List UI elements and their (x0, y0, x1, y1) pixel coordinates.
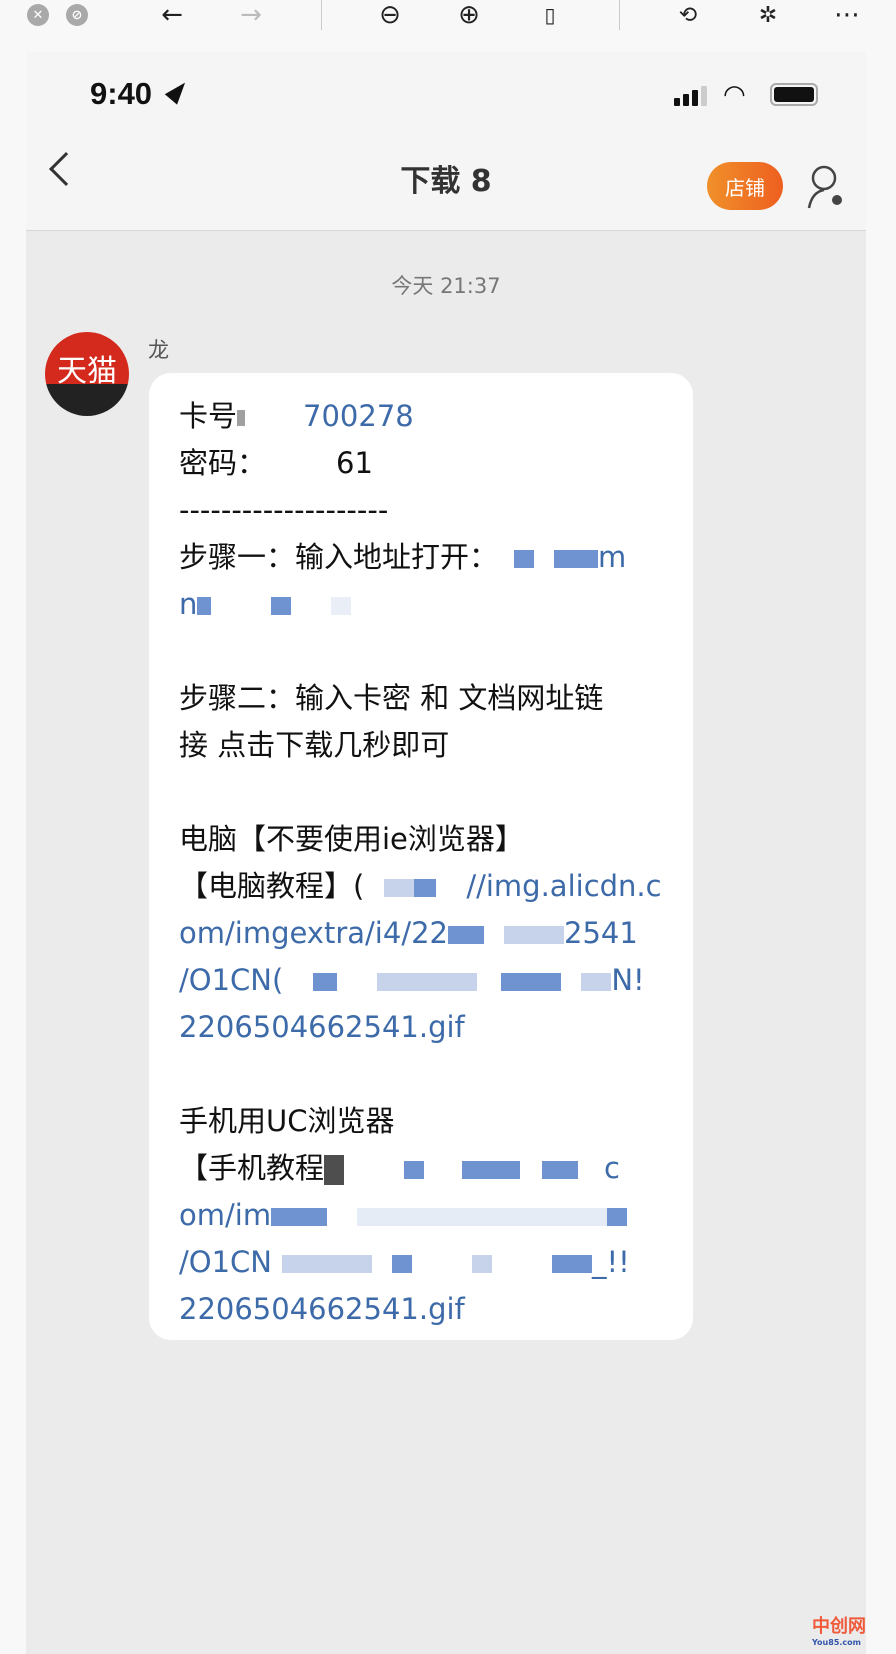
pc-link[interactable]: //img.alicdn.c (466, 869, 661, 903)
user-settings-icon[interactable] (806, 164, 846, 210)
forward-arrow-icon[interactable]: → (233, 0, 269, 30)
step2-line: 步骤二：输入卡密 和 文档网址链 (179, 681, 604, 715)
mobile-heading: 手机用UC浏览器 (179, 1104, 395, 1138)
redaction (554, 550, 599, 568)
block-icon[interactable]: ⊘ (66, 4, 88, 26)
step1-text: 步骤一：输入地址打开： (179, 540, 499, 574)
zoom-out-icon[interactable]: ⊖ (372, 0, 408, 30)
sender-name: 龙 (148, 338, 169, 362)
redaction (271, 597, 292, 615)
pc-link-3a[interactable]: /O1CN( (179, 963, 283, 997)
mobile-tutorial-line: 【手机教程 c (179, 1145, 673, 1192)
mobile-link-3a[interactable]: /O1CN (179, 1245, 272, 1279)
card-number-line: 卡号 700278 (179, 393, 673, 440)
mobile-link-line-4[interactable]: 2206504662541.gif (179, 1286, 673, 1333)
redaction (514, 550, 535, 568)
card-label: 卡号 (179, 399, 238, 433)
pc-link-line-2[interactable]: om/imgextra/i4/22 2541 (179, 910, 673, 957)
redaction (448, 926, 484, 944)
step1-link[interactable]: m (598, 540, 626, 574)
card-number[interactable]: 700278 (303, 399, 414, 433)
pc-tutorial-line: 【电脑教程】( //img.alicdn.c (179, 863, 673, 910)
redaction (501, 973, 562, 991)
step1-link-line: n (179, 581, 673, 628)
mobile-tutorial-label: 【手机教程 (179, 1151, 325, 1185)
status-time: 9:40 (90, 76, 153, 111)
pc-link-2b[interactable]: 2541 (564, 916, 638, 950)
watermark-logo: 中创网 You85.com (812, 1612, 866, 1647)
watermark-site: You85.com (812, 1638, 861, 1647)
mobile-link-line-3[interactable]: /O1CN _!! (179, 1239, 673, 1286)
mobile-link-line-2[interactable]: om/im (179, 1192, 673, 1239)
redaction (472, 1255, 492, 1273)
nav-header: 9:40 ◠ 下载 8 店铺 (26, 52, 866, 231)
mobile-link-2[interactable]: om/im (179, 1198, 271, 1232)
toolbar-divider (321, 0, 322, 30)
shop-button[interactable]: 店铺 (707, 162, 783, 210)
step2-line-2: 接 点击下载几秒即可 (179, 728, 450, 762)
redaction (313, 973, 338, 991)
battery-icon (770, 83, 818, 106)
mobile-link[interactable]: c (604, 1151, 620, 1185)
watermark-name: 中创网 (812, 1616, 866, 1637)
password-value: 61 (336, 446, 373, 480)
phone-screen: 9:40 ◠ 下载 8 店铺 今天 21:37 天猫 龙 卡号 700278 密码… (26, 52, 866, 1654)
pc-link-line-3[interactable]: /O1CN( N! (179, 957, 673, 1004)
redaction (271, 1208, 328, 1226)
zoom-in-icon[interactable]: ⊕ (451, 0, 487, 30)
redaction (331, 597, 352, 615)
redaction (377, 973, 478, 991)
redaction (282, 1255, 372, 1273)
step1-link-2[interactable]: n (179, 587, 197, 621)
viewer-toolbar: ✕ ⊘ ← → ⊖ ⊕ ▯ ⟲ ✲ ⋯ (0, 0, 896, 50)
close-icon[interactable]: ✕ (27, 4, 49, 26)
redaction (384, 879, 415, 897)
redaction (357, 1208, 608, 1226)
mobile-link-3b[interactable]: _!! (592, 1245, 630, 1279)
message-timestamp: 今天 21:37 (391, 274, 501, 298)
wifi-icon: ◠ (723, 80, 746, 110)
rotate-icon[interactable]: ⟲ (670, 0, 706, 30)
avatar[interactable]: 天猫 (45, 332, 129, 416)
redaction (581, 973, 612, 991)
redaction (462, 1161, 521, 1179)
password-label: 密码： (179, 446, 267, 480)
redaction (237, 410, 246, 426)
pc-heading: 电脑【不要使用ie浏览器】 (179, 822, 524, 856)
message-bubble: 卡号 700278 密码： 61 -------------------- 步骤一：… (149, 373, 693, 1340)
redaction (404, 1161, 425, 1179)
magic-wand-icon[interactable]: ✲ (750, 0, 786, 30)
pc-link-line-4[interactable]: 2206504662541.gif (179, 1004, 673, 1051)
redaction (542, 1161, 579, 1179)
redaction (414, 879, 437, 897)
redaction (392, 1255, 412, 1273)
step1-line: 步骤一：输入地址打开： m (179, 534, 673, 581)
pc-link-3b[interactable]: N! (611, 963, 644, 997)
more-icon[interactable]: ⋯ (829, 0, 865, 30)
password-line: 密码： 61 (179, 440, 673, 487)
signal-icon (674, 86, 707, 106)
redaction (324, 1155, 345, 1185)
redaction (552, 1255, 592, 1273)
pc-link-2a[interactable]: om/imgextra/i4/22 (179, 916, 448, 950)
back-arrow-icon[interactable]: ← (154, 0, 190, 30)
divider: -------------------- (179, 493, 389, 527)
location-arrow-icon (164, 77, 192, 105)
redaction (607, 1208, 628, 1226)
redaction (197, 597, 212, 615)
pc-tutorial-label: 【电脑教程】( (179, 869, 365, 903)
toolbar-divider (619, 0, 620, 30)
actual-size-icon[interactable]: ▯ (532, 0, 568, 30)
redaction (504, 926, 564, 944)
